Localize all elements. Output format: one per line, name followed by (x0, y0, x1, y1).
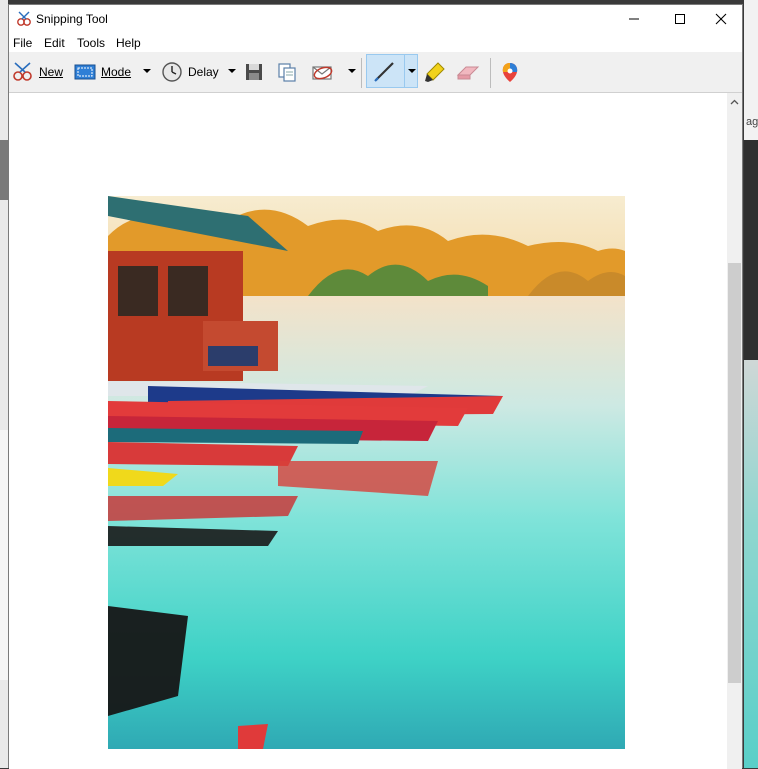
new-snip-icon (13, 62, 32, 81)
scroll-up-button[interactable] (727, 93, 742, 110)
delay-button[interactable]: Delay (161, 60, 219, 84)
mode-button[interactable]: Mode (74, 60, 131, 84)
eraser-icon (456, 66, 480, 80)
scroll-thumb[interactable] (728, 263, 741, 683)
toolbar-separator (490, 58, 491, 88)
chevron-up-icon (730, 99, 739, 104)
captured-image (108, 196, 625, 749)
delay-dropdown-arrow-icon[interactable] (228, 69, 236, 73)
new-button[interactable]: New (11, 60, 63, 84)
background-right-edge: ag (744, 0, 758, 768)
new-button-label: New (39, 65, 64, 79)
maximize-icon (675, 14, 685, 24)
menu-file[interactable]: File (13, 36, 32, 50)
window-title: Snipping Tool (36, 12, 108, 26)
send-dropdown-arrow-icon[interactable] (348, 69, 356, 73)
mode-dropdown-arrow-icon[interactable] (143, 69, 151, 73)
pen-icon (374, 62, 394, 82)
menu-help[interactable]: Help (116, 36, 141, 50)
snip-canvas (9, 93, 727, 769)
close-icon (715, 13, 727, 25)
background-strip (0, 140, 8, 200)
menu-tools[interactable]: Tools (77, 36, 105, 50)
paint3d-icon (502, 63, 518, 82)
minimize-icon (629, 18, 639, 20)
delay-button-label: Delay (188, 65, 219, 79)
pen-button[interactable] (366, 54, 418, 88)
eraser-button[interactable] (456, 60, 480, 84)
pen-split-divider (404, 55, 405, 87)
menu-edit[interactable]: Edit (44, 36, 65, 50)
mode-button-label: Mode (101, 65, 132, 79)
paint3d-button[interactable] (500, 60, 520, 84)
toolbar: New Mode Delay (9, 52, 742, 93)
highlighter-button[interactable] (424, 60, 446, 84)
save-button[interactable] (245, 60, 263, 84)
snipping-tool-window: Snipping Tool File Edit Tools Help New M… (8, 4, 743, 769)
clock-icon (162, 62, 182, 82)
minimize-button[interactable] (611, 5, 657, 33)
background-image-fragment (744, 360, 758, 768)
copy-icon (278, 63, 296, 82)
save-icon (246, 64, 262, 80)
toolbar-separator (361, 58, 362, 88)
maximize-button[interactable] (657, 5, 703, 33)
background-text-fragment: ag (746, 116, 758, 128)
pen-dropdown-arrow-icon[interactable] (408, 69, 416, 73)
snipping-tool-icon (17, 11, 31, 26)
mode-rectangle-icon (74, 64, 96, 80)
highlighter-icon (425, 62, 445, 82)
close-button[interactable] (698, 5, 744, 33)
title-bar[interactable]: Snipping Tool (9, 5, 742, 33)
background-left-edge (0, 0, 8, 768)
copy-button[interactable] (277, 60, 297, 84)
background-strip (0, 430, 8, 680)
envelope-icon (312, 66, 333, 80)
send-snip-button[interactable] (311, 60, 335, 84)
menu-bar: File Edit Tools Help (9, 33, 742, 52)
vertical-scrollbar[interactable] (727, 93, 742, 769)
